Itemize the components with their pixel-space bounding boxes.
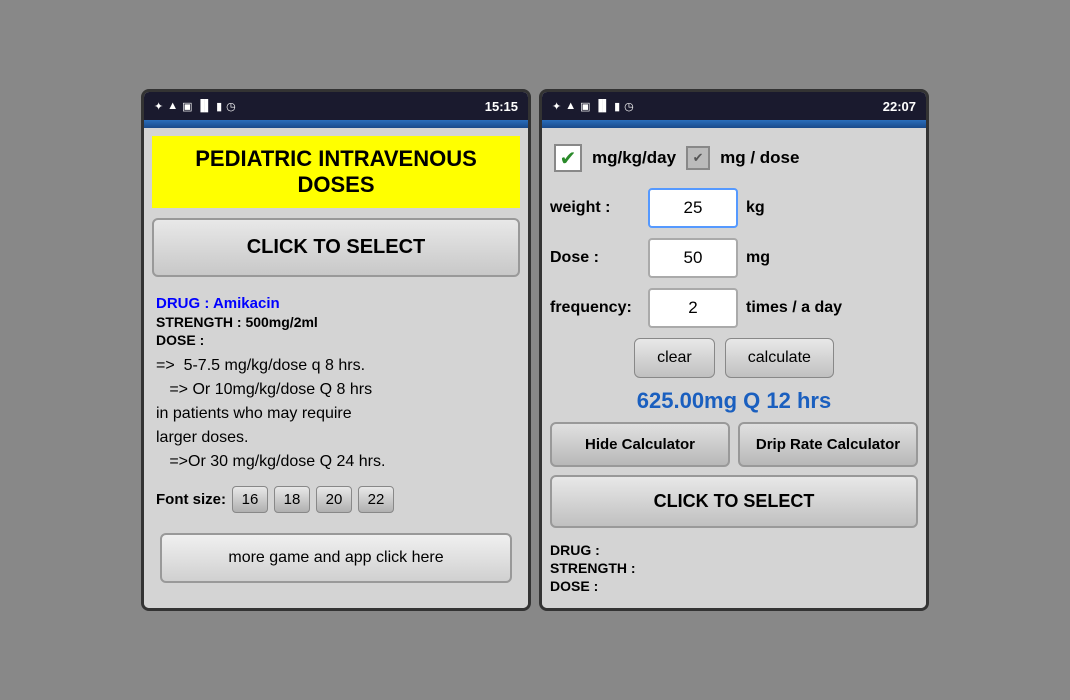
right-drug-info: DRUG : STRENGTH : DOSE :: [550, 538, 918, 600]
hide-calculator-button[interactable]: Hide Calculator: [550, 422, 730, 467]
left-phone-content: PEDIATRIC INTRAVENOUS DOSES CLICK TO SEL…: [144, 128, 528, 608]
right-status-icons: ✦ ▲ ▣ ▐▌ ▮ ◷: [552, 100, 634, 113]
checkbox-mgdose[interactable]: ✔: [686, 146, 710, 170]
right-phone: ✦ ▲ ▣ ▐▌ ▮ ◷ 22:07 ✔ mg/kg/day ✔ mg / do…: [539, 89, 929, 611]
signal-icon-r: ▐▌: [595, 100, 611, 112]
hide-drip-buttons: Hide Calculator Drip Rate Calculator: [550, 422, 918, 467]
font-size-label: Font size:: [156, 491, 226, 508]
checkbox-mgkgday[interactable]: ✔: [554, 144, 582, 172]
left-select-button[interactable]: CLICK TO SELECT: [152, 218, 520, 277]
more-apps-button[interactable]: more game and app click here: [160, 533, 512, 583]
font-size-row: Font size: 16 18 20 22: [156, 486, 516, 513]
battery-icon: ▮: [216, 100, 222, 113]
weight-input[interactable]: [648, 188, 738, 228]
weight-unit: kg: [746, 199, 765, 217]
left-accent-bar: [144, 120, 528, 128]
frequency-row: frequency: times / a day: [550, 288, 918, 328]
calculate-button[interactable]: calculate: [725, 338, 834, 378]
bluetooth-icon-r: ✦: [552, 100, 561, 113]
drug-strength: STRENGTH : 500mg/2ml: [156, 314, 516, 330]
drip-rate-button[interactable]: Drip Rate Calculator: [738, 422, 918, 467]
font-size-20[interactable]: 20: [316, 486, 352, 513]
weight-row: weight : kg: [550, 188, 918, 228]
font-size-18[interactable]: 18: [274, 486, 310, 513]
drug-label-prefix: DRUG :: [156, 295, 213, 312]
freq-label: frequency:: [550, 299, 640, 317]
right-select-button[interactable]: CLICK TO SELECT: [550, 475, 918, 528]
clear-button[interactable]: clear: [634, 338, 715, 378]
sim-icon: ▣: [182, 100, 192, 113]
calc-mode-header: ✔ mg/kg/day ✔ mg / dose: [550, 136, 918, 180]
right-phone-content: ✔ mg/kg/day ✔ mg / dose weight : kg Dose…: [542, 128, 926, 608]
drug-dose-label: DOSE :: [156, 332, 516, 348]
freq-unit: times / a day: [746, 299, 842, 317]
label-mgkgday: mg/kg/day: [592, 148, 676, 168]
left-status-icons: ✦ ▲ ▣ ▐▌ ▮ ◷: [154, 100, 236, 113]
left-status-bar: ✦ ▲ ▣ ▐▌ ▮ ◷ 15:15: [144, 92, 528, 120]
font-size-22[interactable]: 22: [358, 486, 394, 513]
right-dose-label-bottom: DOSE :: [550, 578, 918, 594]
left-phone: ✦ ▲ ▣ ▐▌ ▮ ◷ 15:15 PEDIATRIC INTRAVENOUS…: [141, 89, 531, 611]
label-mgdose: mg / dose: [720, 148, 799, 168]
font-size-16[interactable]: 16: [232, 486, 268, 513]
alarm-icon-r: ◷: [624, 100, 634, 113]
right-accent-bar: [542, 120, 926, 128]
sim-icon-r: ▣: [580, 100, 590, 113]
left-header-title: PEDIATRIC INTRAVENOUS DOSES: [152, 136, 520, 208]
alarm-icon: ◷: [226, 100, 236, 113]
right-strength-label: STRENGTH :: [550, 560, 918, 576]
drug-name-line: DRUG : Amikacin: [156, 295, 516, 312]
wifi-icon: ▲: [167, 100, 178, 112]
result-text: 625.00mg Q 12 hrs: [550, 388, 918, 414]
dose-label: Dose :: [550, 249, 640, 267]
right-status-bar: ✦ ▲ ▣ ▐▌ ▮ ◷ 22:07: [542, 92, 926, 120]
battery-icon-r: ▮: [614, 100, 620, 113]
dose-input[interactable]: [648, 238, 738, 278]
right-drug-label: DRUG :: [550, 542, 918, 558]
right-time: 22:07: [883, 99, 916, 114]
bluetooth-icon: ✦: [154, 100, 163, 113]
freq-input[interactable]: [648, 288, 738, 328]
weight-label: weight :: [550, 199, 640, 217]
signal-icon: ▐▌: [197, 100, 213, 112]
calc-action-buttons: clear calculate: [550, 338, 918, 378]
left-drug-info: DRUG : Amikacin STRENGTH : 500mg/2ml DOS…: [152, 291, 520, 517]
drug-dose-text: => 5-7.5 mg/kg/dose q 8 hrs. => Or 10mg/…: [156, 354, 516, 474]
dose-unit: mg: [746, 249, 770, 267]
drug-name: Amikacin: [213, 295, 280, 312]
left-time: 15:15: [485, 99, 518, 114]
dose-row: Dose : mg: [550, 238, 918, 278]
wifi-icon-r: ▲: [565, 100, 576, 112]
